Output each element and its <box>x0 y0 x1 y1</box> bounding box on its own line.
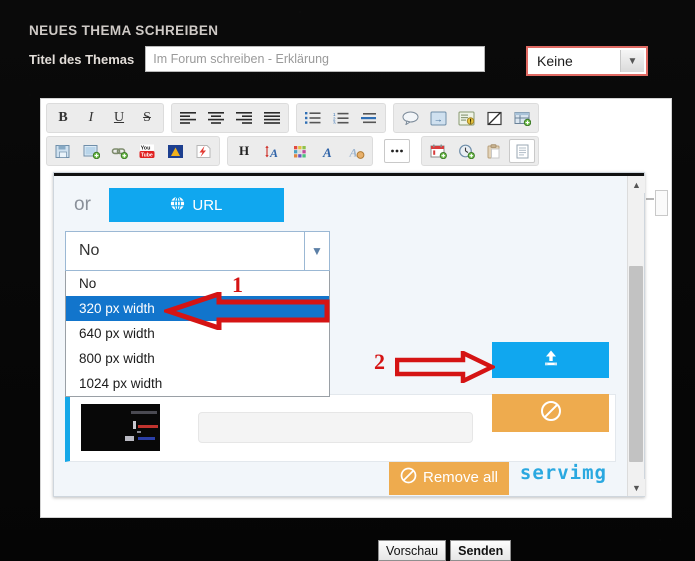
image-size-select[interactable]: No ▼ <box>65 231 330 271</box>
svg-text:A: A <box>269 146 278 159</box>
font-size-icon[interactable]: A <box>259 139 285 163</box>
topic-title-input[interactable] <box>145 46 486 72</box>
spoiler-icon[interactable] <box>453 106 479 130</box>
remove-all-button[interactable]: Remove all <box>389 459 509 495</box>
toolbar-group-more <box>380 136 414 166</box>
page-title: NEUES THEMA SCHREIBEN <box>29 23 219 38</box>
heading-icon[interactable]: H <box>231 139 257 163</box>
toolbar-group-typography: H A A A <box>227 136 373 166</box>
topic-title-label: Titel des Themas <box>29 51 135 67</box>
toolbar-group-extras <box>421 136 539 166</box>
url-button-label: URL <box>192 196 223 214</box>
page-icon[interactable] <box>509 139 535 163</box>
or-row: or URL <box>74 188 284 222</box>
svg-text:3: 3 <box>333 121 336 124</box>
align-left-icon[interactable] <box>175 106 201 130</box>
insert-link-icon[interactable] <box>106 139 132 163</box>
insert-image-icon[interactable] <box>50 139 76 163</box>
svg-text:A: A <box>348 145 357 159</box>
align-center-icon[interactable] <box>203 106 229 130</box>
toolbar-row-1: B I U S 1 2 3 → <box>46 103 666 133</box>
youtube-icon[interactable]: You Tube <box>134 139 160 163</box>
or-label: or <box>74 194 91 215</box>
toolbar-group-media: You Tube <box>46 136 220 166</box>
bold-icon[interactable]: B <box>50 106 76 130</box>
scrollbar-thumb[interactable] <box>629 266 643 462</box>
file-name-input[interactable] <box>198 412 473 443</box>
dialog-body: or URL No ▼ No 320 px width 640 px width… <box>54 176 627 496</box>
toolbar-group-alignment <box>171 103 289 133</box>
svg-text:Tube: Tube <box>141 152 153 158</box>
remove-all-label: Remove all <box>422 468 499 486</box>
annotation-2-number: 2 <box>374 349 385 374</box>
dropdown-option-1024[interactable]: 1024 px width <box>66 371 329 396</box>
align-right-icon[interactable] <box>231 106 257 130</box>
upload-button[interactable] <box>492 342 609 378</box>
toolbar-group-text-format: B I U S <box>46 103 164 133</box>
toolbar-row-2: You Tube H A A A <box>46 136 666 166</box>
no-entry-icon <box>540 400 562 427</box>
url-button[interactable]: URL <box>108 188 284 222</box>
quote-icon[interactable] <box>397 106 423 130</box>
submit-button[interactable]: Senden <box>450 540 512 561</box>
scroll-down-icon[interactable]: ▼ <box>628 479 645 496</box>
image-size-select-value: No <box>79 242 100 259</box>
chevron-down-icon[interactable]: ▼ <box>304 232 329 270</box>
indent-icon[interactable] <box>356 106 382 130</box>
paste-icon[interactable] <box>481 139 507 163</box>
svg-text:→: → <box>433 114 442 124</box>
icon-select-value: Keine <box>537 53 573 69</box>
clock-icon[interactable] <box>453 139 479 163</box>
highlight-icon[interactable]: A <box>343 139 369 163</box>
background-widget <box>655 190 668 216</box>
strikethrough-icon[interactable]: S <box>134 106 160 130</box>
hide-icon[interactable] <box>481 106 507 130</box>
topic-title-row: Titel des Themas <box>29 46 486 72</box>
chevron-down-icon[interactable]: ▼ <box>620 50 644 72</box>
align-justify-icon[interactable] <box>259 106 285 130</box>
code-icon[interactable]: → <box>425 106 451 130</box>
calendar-icon[interactable] <box>425 139 451 163</box>
cancel-upload-button[interactable] <box>492 394 609 432</box>
globe-icon <box>170 195 185 215</box>
toolbar-group-lists: 123 <box>296 103 386 133</box>
font-family-icon[interactable]: A <box>315 139 341 163</box>
dailymotion-icon[interactable] <box>162 139 188 163</box>
annotation-2-arrow <box>394 349 498 388</box>
dialog-scrollbar[interactable]: ▲ ▼ <box>627 176 645 496</box>
underline-icon[interactable]: U <box>106 106 132 130</box>
no-entry-icon <box>400 467 417 488</box>
upload-icon <box>541 349 561 372</box>
host-image-icon[interactable] <box>78 139 104 163</box>
background-widget-line <box>646 198 654 200</box>
form-button-row: Vorschau Senden <box>378 540 512 561</box>
numbered-list-icon[interactable]: 123 <box>328 106 354 130</box>
table-icon[interactable] <box>509 106 535 130</box>
svg-text:A: A <box>322 145 332 159</box>
more-options-icon[interactable] <box>384 139 410 163</box>
file-thumbnail <box>81 404 160 451</box>
italic-icon[interactable]: I <box>78 106 104 130</box>
editor-toolbar: B I U S 1 2 3 → You Tube H A A A <box>41 99 671 169</box>
bullet-list-icon[interactable] <box>300 106 326 130</box>
flash-icon[interactable] <box>190 139 216 163</box>
preview-button[interactable]: Vorschau <box>378 540 447 561</box>
servimg-upload-dialog: or URL No ▼ No 320 px width 640 px width… <box>53 172 645 497</box>
toolbar-group-blocks: → <box>393 103 539 133</box>
svg-text:You: You <box>141 145 151 151</box>
icon-select[interactable]: Keine ▼ <box>526 46 648 76</box>
annotation-1-arrow <box>160 290 330 335</box>
dropdown-option-800[interactable]: 800 px width <box>66 346 329 371</box>
scroll-up-icon[interactable]: ▲ <box>628 176 645 193</box>
servimg-brand-logo: servimg <box>519 462 607 484</box>
font-color-icon[interactable] <box>287 139 313 163</box>
